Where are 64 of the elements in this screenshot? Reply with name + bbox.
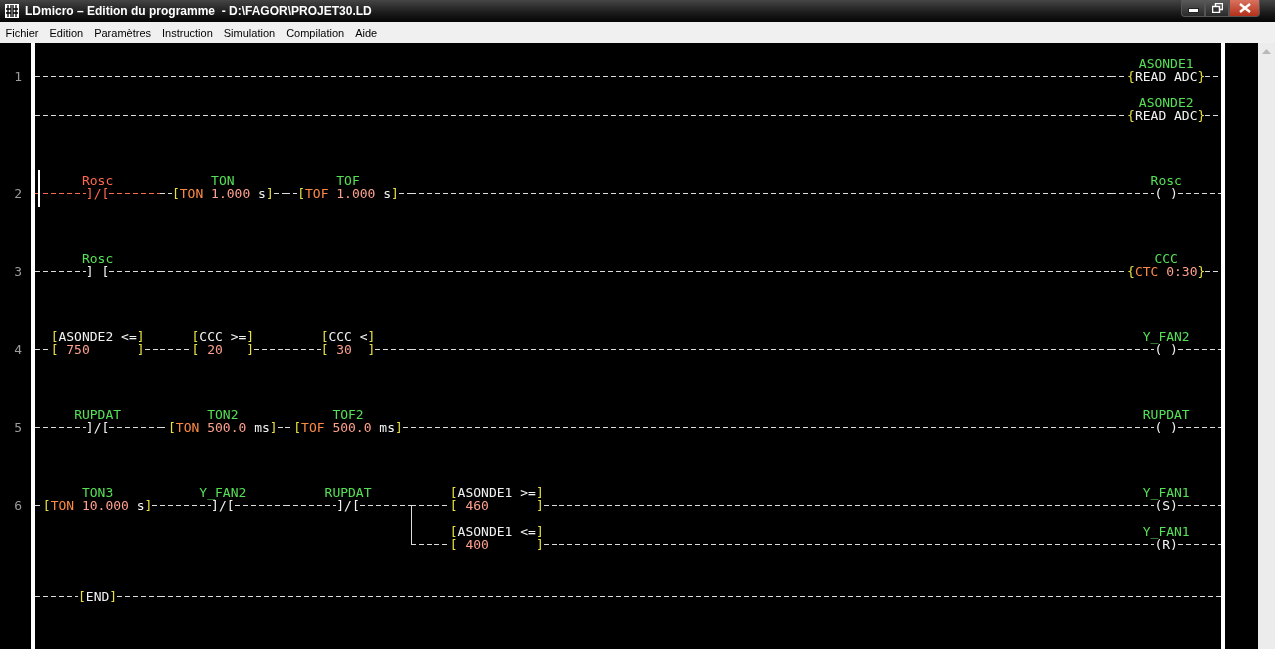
variable-name: ASONDE1 (1138, 57, 1194, 70)
menu-item[interactable]: Aide (349, 26, 383, 39)
variable-name: Rosc (81, 174, 114, 187)
scrollbar[interactable] (1258, 43, 1275, 649)
contact-symbol[interactable]: ]/[ (85, 421, 110, 434)
menu-item[interactable]: Compilation (280, 26, 350, 39)
variable-name: Y_FAN1 (1142, 486, 1190, 499)
output-instruction[interactable]: {READ ADC} (1127, 70, 1206, 83)
compare-block[interactable]: [ASONDE2 <=] [ 750 ] (50, 330, 145, 356)
variable-name: RUPDAT (324, 486, 372, 499)
minimize-button[interactable] (1181, 0, 1205, 17)
variable-name: Y_FAN1 (1142, 525, 1190, 538)
compare-block[interactable]: [CCC <] [ 30 ] (320, 330, 376, 356)
variable-name: Rosc (81, 252, 114, 265)
rung-number: 3 (13, 263, 23, 281)
menu-item[interactable]: Instruction (156, 26, 219, 39)
menu-item[interactable]: Edition (44, 26, 89, 39)
close-button[interactable] (1229, 0, 1260, 17)
timer-block[interactable]: [TOF 1.000 s] (297, 187, 399, 200)
output-instruction[interactable]: ( ) (1154, 187, 1178, 200)
contact-symbol[interactable]: ]/[ (85, 187, 110, 200)
variable-name: RUPDAT (74, 408, 122, 421)
menu-item[interactable]: Fichier (0, 26, 44, 39)
compare-block[interactable]: [ASONDE1 >=] [ 460 ] (449, 486, 544, 512)
variable-name: TON2 (207, 408, 239, 421)
variable-name: ASONDE2 (1138, 96, 1194, 109)
output-instruction[interactable]: (R) (1154, 538, 1178, 551)
contact-symbol[interactable]: ] [ (85, 265, 110, 278)
compare-block[interactable]: [ASONDE1 <=] [ 400 ] (449, 525, 544, 551)
variable-name: TOF2 (332, 408, 364, 421)
window-title: LDmicro – Edition du programme - D:\FAGOR\PROJET30.LD (25, 4, 372, 18)
rung-number: 5 (13, 419, 23, 437)
output-instruction[interactable]: {CTC 0:30} (1127, 265, 1206, 278)
output-instruction[interactable]: ( ) (1154, 421, 1178, 434)
rung-number: 2 (13, 185, 23, 203)
variable-name: TOF (336, 174, 360, 187)
rung-number: 4 (13, 341, 23, 359)
restore-button[interactable] (1205, 0, 1229, 17)
contact-symbol[interactable]: ]/[ (211, 499, 235, 512)
variable-name: Y_FAN2 (1142, 330, 1190, 343)
menu-item[interactable]: Paramètres (88, 26, 157, 39)
app-icon (5, 4, 19, 18)
variable-name: Y_FAN2 (199, 486, 247, 499)
minimize-icon (1187, 8, 1199, 13)
timer-block[interactable]: [TON 500.0 ms] (168, 421, 278, 434)
variable-name: RUPDAT (1142, 408, 1190, 421)
rung-number: 6 (13, 497, 23, 515)
variable-name: CCC (1154, 252, 1178, 265)
close-icon (1238, 3, 1251, 13)
variable-name: Rosc (1150, 174, 1182, 187)
end-marker: [END] (78, 590, 118, 603)
timer-block[interactable]: [TOF 500.0 ms] (293, 421, 403, 434)
rung-number: 1 (13, 68, 23, 86)
restore-icon (1211, 3, 1223, 13)
variable-name: TON (211, 174, 235, 187)
output-instruction[interactable]: {READ ADC} (1127, 109, 1206, 122)
output-instruction[interactable]: ( ) (1154, 343, 1178, 356)
timer-block[interactable]: [TON 10.000 s] (42, 499, 153, 512)
output-instruction[interactable]: (S) (1154, 499, 1178, 512)
contact-symbol[interactable]: ]/[ (336, 499, 360, 512)
compare-block[interactable]: [CCC >=] [ 20 ] (191, 330, 255, 356)
timer-block[interactable]: [TON 1.000 s] (171, 187, 274, 200)
variable-name: TON3 (81, 486, 114, 499)
menu-item[interactable]: Simulation (218, 26, 281, 39)
